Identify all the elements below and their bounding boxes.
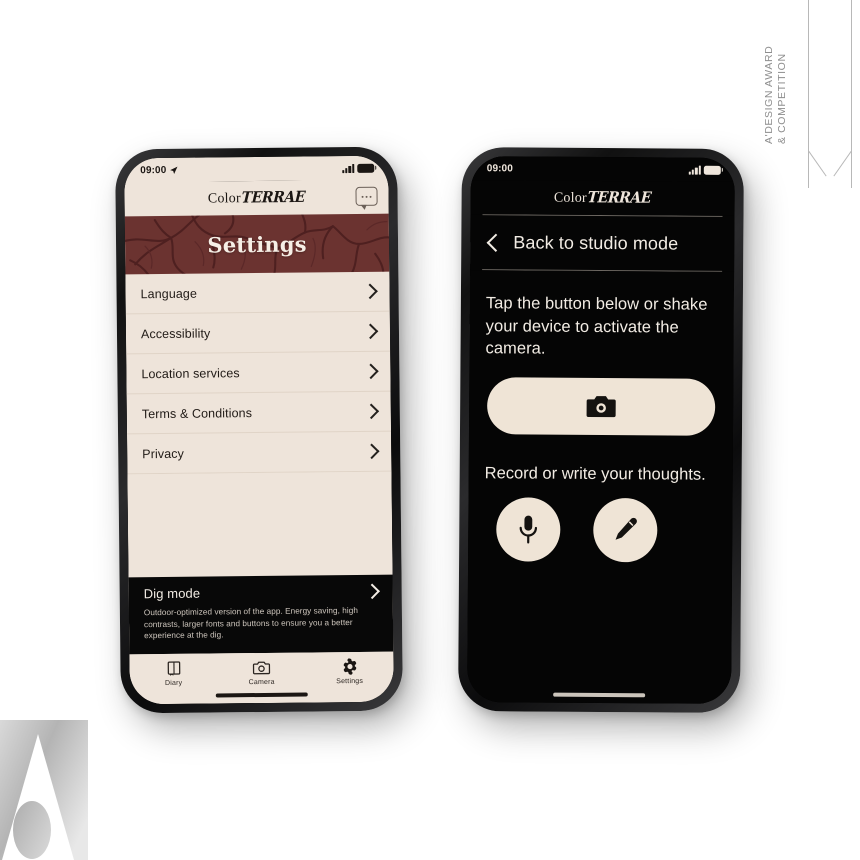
camera-instruction-text: Tap the button below or shake your devic… bbox=[485, 294, 708, 358]
chevron-right-icon bbox=[363, 363, 379, 380]
back-to-studio-mode-button[interactable]: Back to studio mode bbox=[470, 215, 734, 271]
settings-item-label: Privacy bbox=[142, 446, 185, 461]
phone-left-screen: 09:00 Color TERRAE Settings Language Acc… bbox=[124, 155, 394, 705]
chevron-right-icon bbox=[362, 323, 379, 340]
settings-item-label: Accessibility bbox=[140, 326, 211, 341]
settings-list: Language Accessibility Location services… bbox=[125, 271, 393, 578]
status-bar-right: 09:00 bbox=[470, 156, 735, 182]
status-bar-left-group: 09:00 bbox=[140, 164, 178, 176]
app-logo: Color TERRAE bbox=[207, 188, 306, 207]
chevron-right-icon bbox=[363, 403, 380, 420]
back-button-label: Back to studio mode bbox=[513, 231, 679, 254]
tab-diary[interactable]: Diary bbox=[129, 659, 217, 687]
settings-item-location-services[interactable]: Location services bbox=[126, 351, 391, 395]
status-time: 09:00 bbox=[486, 162, 513, 174]
dig-mode-card[interactable]: Dig mode Outdoor-optimized version of th… bbox=[128, 574, 394, 655]
tab-label: Settings bbox=[336, 677, 364, 686]
app-logo: Color TERRAE bbox=[554, 189, 652, 207]
camera-icon bbox=[252, 661, 271, 675]
award-line-2: & COMPETITION bbox=[775, 53, 788, 144]
chevron-right-icon bbox=[362, 283, 378, 300]
activate-camera-button[interactable] bbox=[486, 376, 716, 436]
status-bar-right-group bbox=[688, 165, 721, 175]
record-instruction-text: Record or write your thoughts. bbox=[484, 463, 706, 484]
tab-camera[interactable]: Camera bbox=[217, 659, 305, 687]
logo-word-color: Color bbox=[207, 190, 241, 207]
chat-dot bbox=[365, 195, 368, 198]
pencil-icon bbox=[615, 517, 637, 540]
chevron-left-icon bbox=[486, 233, 506, 252]
logo-word-terrae: TERRAE bbox=[241, 188, 306, 207]
status-bar-left-group: 09:00 bbox=[487, 163, 513, 174]
settings-item-language[interactable]: Language bbox=[125, 271, 390, 315]
screenshot-stage: A'DESIGN AWARD & COMPETITION 09:00 Color… bbox=[0, 0, 860, 860]
settings-item-label: Terms & Conditions bbox=[141, 405, 253, 421]
phone-left-settings: 09:00 Color TERRAE Settings Language Acc… bbox=[115, 146, 403, 714]
chevron-right-icon bbox=[363, 443, 380, 460]
cellular-signal-icon bbox=[341, 163, 355, 173]
book-icon bbox=[167, 661, 180, 676]
dig-mode-header: Dig mode bbox=[143, 583, 380, 602]
phone-right-dig-mode: 09:00 Color TERRAE Back to studio mode T… bbox=[458, 147, 744, 713]
app-header-right: Color TERRAE bbox=[470, 180, 735, 216]
chat-dot bbox=[361, 195, 364, 198]
home-indicator[interactable] bbox=[553, 693, 646, 698]
phone-left-body: 09:00 Color TERRAE Settings Language Acc… bbox=[124, 155, 394, 705]
page-title: Settings bbox=[207, 230, 307, 258]
battery-icon bbox=[703, 165, 721, 175]
logo-word-terrae: TERRAE bbox=[587, 188, 652, 207]
camera-icon bbox=[586, 396, 616, 418]
chevron-right-icon bbox=[364, 583, 380, 600]
chat-dot bbox=[369, 195, 372, 198]
settings-item-privacy[interactable]: Privacy bbox=[127, 431, 392, 475]
tab-label: Camera bbox=[248, 678, 275, 687]
chat-bubble-icon[interactable] bbox=[355, 186, 378, 206]
thought-capture-buttons bbox=[484, 497, 716, 563]
battery-icon bbox=[357, 163, 375, 173]
dig-mode-body: Tap the button below or shake your devic… bbox=[467, 270, 735, 704]
award-ribbon: A'DESIGN AWARD & COMPETITION bbox=[763, 0, 852, 188]
phone-right-screen: 09:00 Color TERRAE Back to studio mode T… bbox=[467, 156, 735, 704]
write-note-button[interactable] bbox=[593, 497, 658, 563]
logo-word-color: Color bbox=[553, 190, 587, 206]
dig-mode-description: Outdoor-optimized version of the app. En… bbox=[143, 606, 358, 641]
tab-settings[interactable]: Settings bbox=[305, 658, 393, 686]
award-line-1: A'DESIGN AWARD bbox=[763, 45, 775, 144]
award-ribbon-body: A'DESIGN AWARD & COMPETITION bbox=[763, 0, 851, 152]
gear-icon bbox=[343, 658, 356, 675]
award-ribbon-notch bbox=[808, 151, 852, 187]
app-header-left: Color TERRAE bbox=[124, 179, 389, 217]
status-time: 09:00 bbox=[140, 164, 167, 176]
phone-right-body: 09:00 Color TERRAE Back to studio mode T… bbox=[467, 156, 735, 704]
settings-hero: Settings bbox=[124, 213, 390, 275]
settings-list-filler bbox=[127, 471, 393, 578]
settings-item-label: Location services bbox=[141, 365, 240, 381]
brand-a-mark-icon bbox=[0, 720, 88, 860]
settings-item-terms-conditions[interactable]: Terms & Conditions bbox=[126, 391, 392, 435]
settings-item-label: Language bbox=[140, 286, 198, 301]
dig-mode-title: Dig mode bbox=[143, 585, 201, 602]
cellular-signal-icon bbox=[688, 165, 701, 175]
status-bar-left: 09:00 bbox=[124, 155, 389, 183]
award-ribbon-text: A'DESIGN AWARD & COMPETITION bbox=[763, 8, 788, 144]
status-bar-right-group bbox=[341, 163, 375, 173]
tab-label: Diary bbox=[164, 679, 183, 687]
brand-a-mark bbox=[0, 720, 88, 860]
microphone-icon bbox=[519, 515, 538, 544]
record-audio-button[interactable] bbox=[496, 497, 561, 562]
location-arrow-icon bbox=[170, 166, 178, 174]
settings-item-accessibility[interactable]: Accessibility bbox=[125, 311, 391, 355]
